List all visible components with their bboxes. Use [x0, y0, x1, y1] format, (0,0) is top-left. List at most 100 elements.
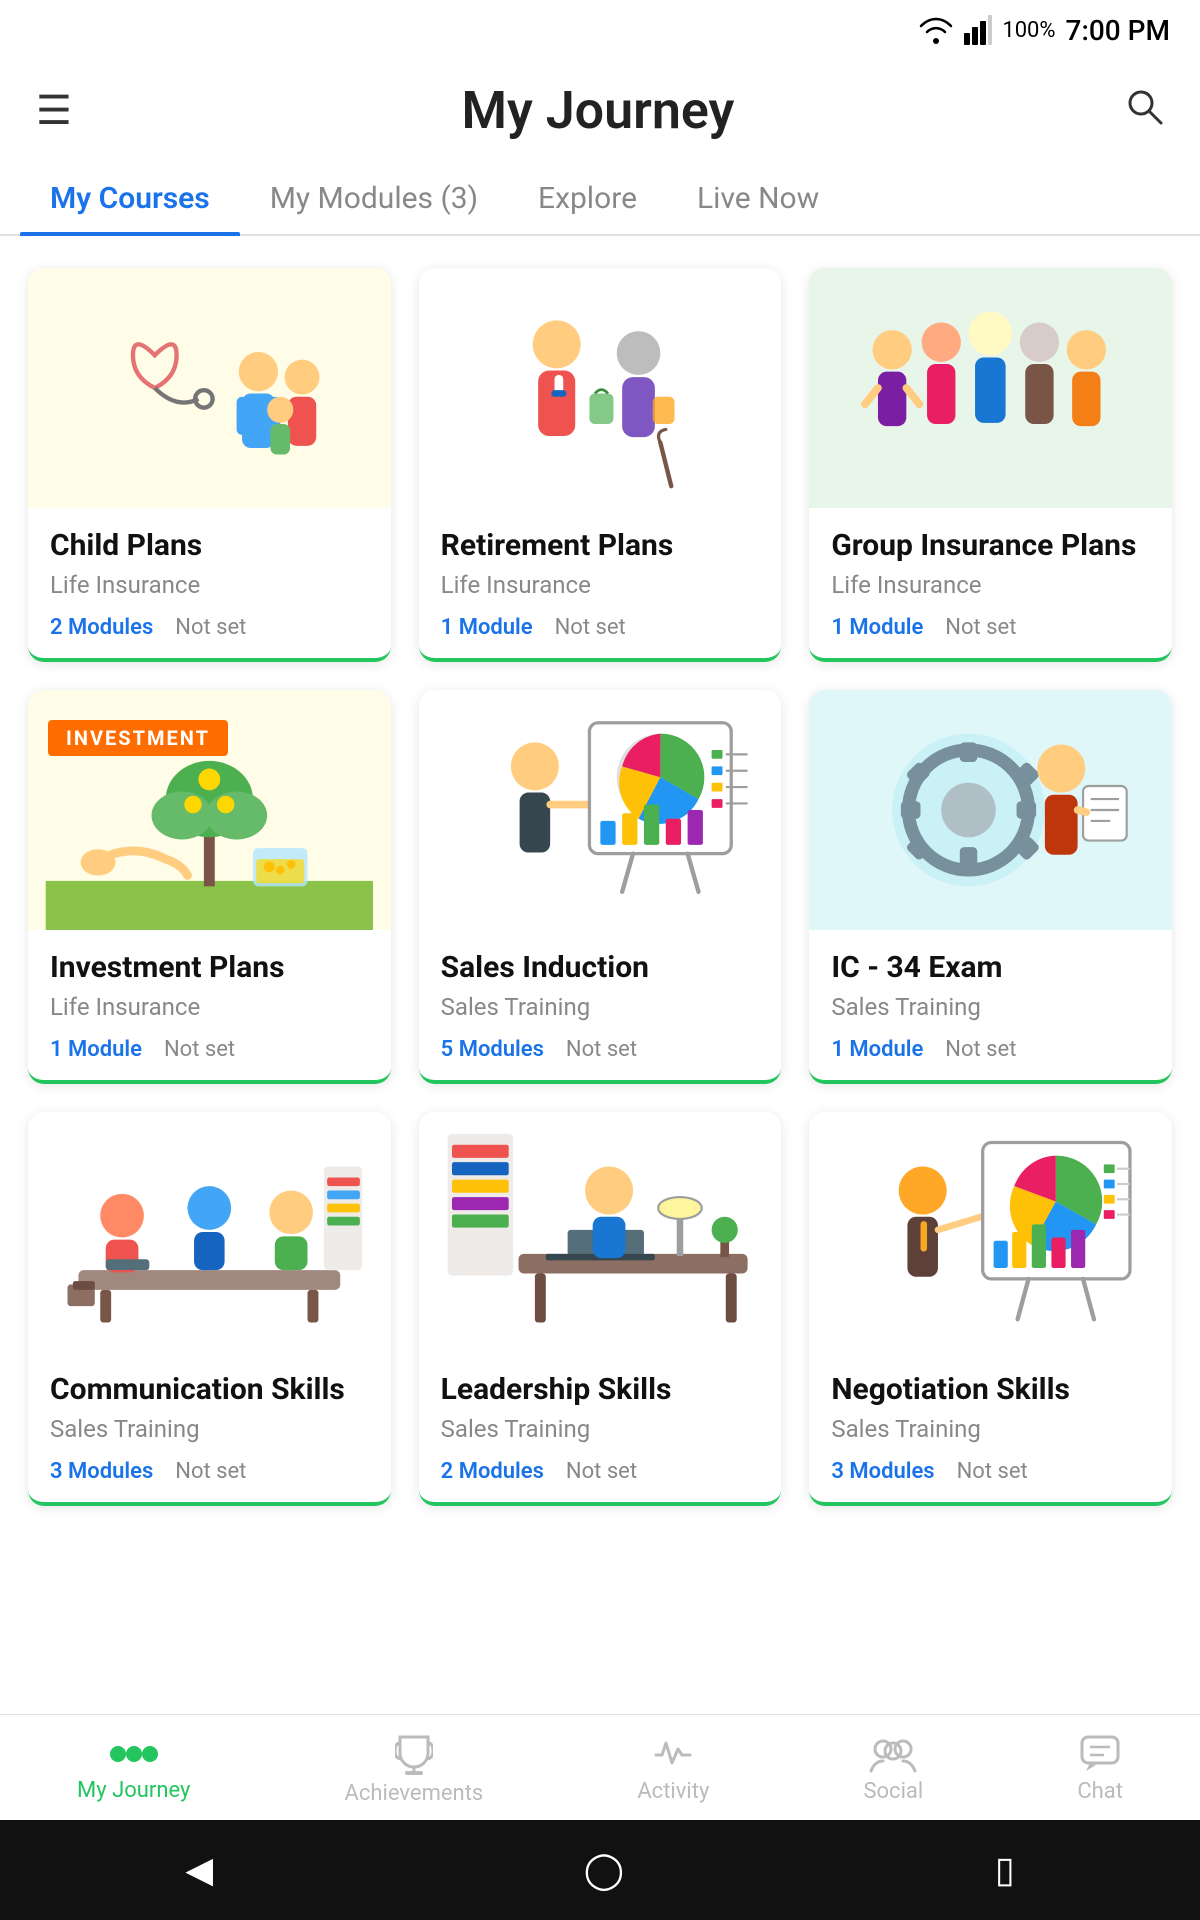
status-time: 7:00 PM: [1066, 14, 1170, 47]
nav-label-activity: Activity: [637, 1779, 709, 1804]
card-image-retirement-plans: [419, 268, 782, 508]
card-meta-leadership-skills: 2 Modules Not set: [441, 1459, 760, 1484]
card-body-investment-plans: Investment Plans Life Insurance 1 Module…: [28, 930, 391, 1080]
card-deadline-investment-plans: Not set: [164, 1037, 235, 1062]
card-title-child-plans: Child Plans: [50, 528, 369, 563]
tab-explore[interactable]: Explore: [508, 161, 667, 234]
course-card-sales-induction[interactable]: Sales Induction Sales Training 5 Modules…: [419, 690, 782, 1084]
tab-live-now[interactable]: Live Now: [667, 161, 849, 234]
activity-icon: [654, 1735, 692, 1773]
card-category-leadership-skills: Sales Training: [441, 1415, 760, 1443]
card-deadline-leadership-skills: Not set: [566, 1459, 637, 1484]
card-title-ic34-exam: IC - 34 Exam: [831, 950, 1150, 985]
nav-item-social[interactable]: Social: [863, 1735, 923, 1804]
card-modules-investment-plans: 1 Module: [50, 1037, 142, 1062]
nav-item-achievements[interactable]: Achievements: [345, 1733, 484, 1806]
investment-banner: INVESTMENT: [48, 720, 228, 756]
tab-my-modules[interactable]: My Modules (3): [240, 161, 508, 234]
nav-item-chat[interactable]: Chat: [1077, 1735, 1123, 1804]
card-modules-sales-induction: 5 Modules: [441, 1037, 544, 1062]
card-meta-investment-plans: 1 Module Not set: [50, 1037, 369, 1062]
card-deadline-ic34-exam: Not set: [945, 1037, 1016, 1062]
card-image-investment-plans: INVESTMENT: [28, 690, 391, 930]
card-category-negotiation-skills: Sales Training: [831, 1415, 1150, 1443]
back-button[interactable]: ◀: [185, 1849, 213, 1891]
course-card-negotiation-skills[interactable]: Negotiation Skills Sales Training 3 Modu…: [809, 1112, 1172, 1506]
nav-item-activity[interactable]: Activity: [637, 1735, 709, 1804]
card-title-retirement-plans: Retirement Plans: [441, 528, 760, 563]
tabs: My Courses My Modules (3) Explore Live N…: [0, 161, 1200, 236]
card-category-child-plans: Life Insurance: [50, 571, 369, 599]
card-body-sales-induction: Sales Induction Sales Training 5 Modules…: [419, 930, 782, 1080]
journey-icon: [108, 1736, 160, 1772]
card-deadline-retirement-plans: Not set: [555, 615, 626, 640]
hamburger-icon[interactable]: ☰: [36, 87, 72, 134]
card-body-ic34-exam: IC - 34 Exam Sales Training 1 Module Not…: [809, 930, 1172, 1080]
card-title-group-insurance: Group Insurance Plans: [831, 528, 1150, 563]
card-meta-retirement-plans: 1 Module Not set: [441, 615, 760, 640]
card-body-leadership-skills: Leadership Skills Sales Training 2 Modul…: [419, 1352, 782, 1502]
card-image-sales-induction: [419, 690, 782, 930]
card-meta-communication-skills: 3 Modules Not set: [50, 1459, 369, 1484]
card-category-retirement-plans: Life Insurance: [441, 571, 760, 599]
page-title: My Journey: [461, 80, 734, 141]
course-card-retirement-plans[interactable]: Retirement Plans Life Insurance 1 Module…: [419, 268, 782, 662]
card-meta-group-insurance: 1 Module Not set: [831, 615, 1150, 640]
card-modules-child-plans: 2 Modules: [50, 615, 153, 640]
header: ☰ My Journey: [0, 60, 1200, 151]
nav-label-chat: Chat: [1077, 1779, 1123, 1804]
card-category-sales-induction: Sales Training: [441, 993, 760, 1021]
home-button[interactable]: ◯: [584, 1849, 624, 1891]
card-body-communication-skills: Communication Skills Sales Training 3 Mo…: [28, 1352, 391, 1502]
course-card-investment-plans[interactable]: INVESTMENT: [28, 690, 391, 1084]
course-card-leadership-skills[interactable]: Leadership Skills Sales Training 2 Modul…: [419, 1112, 782, 1506]
nav-item-journey[interactable]: My Journey: [77, 1736, 190, 1803]
card-meta-negotiation-skills: 3 Modules Not set: [831, 1459, 1150, 1484]
nav-label-achievements: Achievements: [345, 1781, 484, 1806]
card-deadline-communication-skills: Not set: [175, 1459, 246, 1484]
card-category-group-insurance: Life Insurance: [831, 571, 1150, 599]
course-card-ic34-exam[interactable]: IC - 34 Exam Sales Training 1 Module Not…: [809, 690, 1172, 1084]
wifi-icon: [918, 16, 954, 44]
card-title-sales-induction: Sales Induction: [441, 950, 760, 985]
card-modules-leadership-skills: 2 Modules: [441, 1459, 544, 1484]
card-image-group-insurance: [809, 268, 1172, 508]
card-title-communication-skills: Communication Skills: [50, 1372, 369, 1407]
card-deadline-group-insurance: Not set: [945, 615, 1016, 640]
card-modules-retirement-plans: 1 Module: [441, 615, 533, 640]
nav-label-journey: My Journey: [77, 1778, 190, 1803]
card-deadline-negotiation-skills: Not set: [957, 1459, 1028, 1484]
card-deadline-child-plans: Not set: [175, 615, 246, 640]
card-category-ic34-exam: Sales Training: [831, 993, 1150, 1021]
card-title-investment-plans: Investment Plans: [50, 950, 369, 985]
card-modules-ic34-exam: 1 Module: [831, 1037, 923, 1062]
card-title-negotiation-skills: Negotiation Skills: [831, 1372, 1150, 1407]
card-body-group-insurance: Group Insurance Plans Life Insurance 1 M…: [809, 508, 1172, 658]
card-modules-communication-skills: 3 Modules: [50, 1459, 153, 1484]
card-title-leadership-skills: Leadership Skills: [441, 1372, 760, 1407]
course-card-child-plans[interactable]: Child Plans Life Insurance 2 Modules Not…: [28, 268, 391, 662]
course-card-group-insurance[interactable]: Group Insurance Plans Life Insurance 1 M…: [809, 268, 1172, 662]
course-grid: Child Plans Life Insurance 2 Modules Not…: [0, 236, 1200, 1538]
course-card-communication-skills[interactable]: Communication Skills Sales Training 3 Mo…: [28, 1112, 391, 1506]
card-category-communication-skills: Sales Training: [50, 1415, 369, 1443]
card-meta-ic34-exam: 1 Module Not set: [831, 1037, 1150, 1062]
card-modules-group-insurance: 1 Module: [831, 615, 923, 640]
bottom-nav: My Journey Achievements Activity Social: [0, 1714, 1200, 1820]
recents-button[interactable]: ▯: [995, 1849, 1015, 1891]
chat-icon: [1080, 1735, 1120, 1773]
card-body-negotiation-skills: Negotiation Skills Sales Training 3 Modu…: [809, 1352, 1172, 1502]
trophy-icon: [395, 1733, 433, 1775]
nav-label-social: Social: [863, 1779, 923, 1804]
android-nav-bar: ◀ ◯ ▯: [0, 1820, 1200, 1920]
card-meta-child-plans: 2 Modules Not set: [50, 615, 369, 640]
social-icon: [869, 1735, 917, 1773]
card-meta-sales-induction: 5 Modules Not set: [441, 1037, 760, 1062]
card-image-child-plans: [28, 268, 391, 508]
card-modules-negotiation-skills: 3 Modules: [831, 1459, 934, 1484]
search-icon[interactable]: [1124, 86, 1164, 136]
card-body-child-plans: Child Plans Life Insurance 2 Modules Not…: [28, 508, 391, 658]
tab-my-courses[interactable]: My Courses: [20, 161, 240, 234]
card-image-leadership-skills: [419, 1112, 782, 1352]
status-bar: 100% 7:00 PM: [0, 0, 1200, 60]
